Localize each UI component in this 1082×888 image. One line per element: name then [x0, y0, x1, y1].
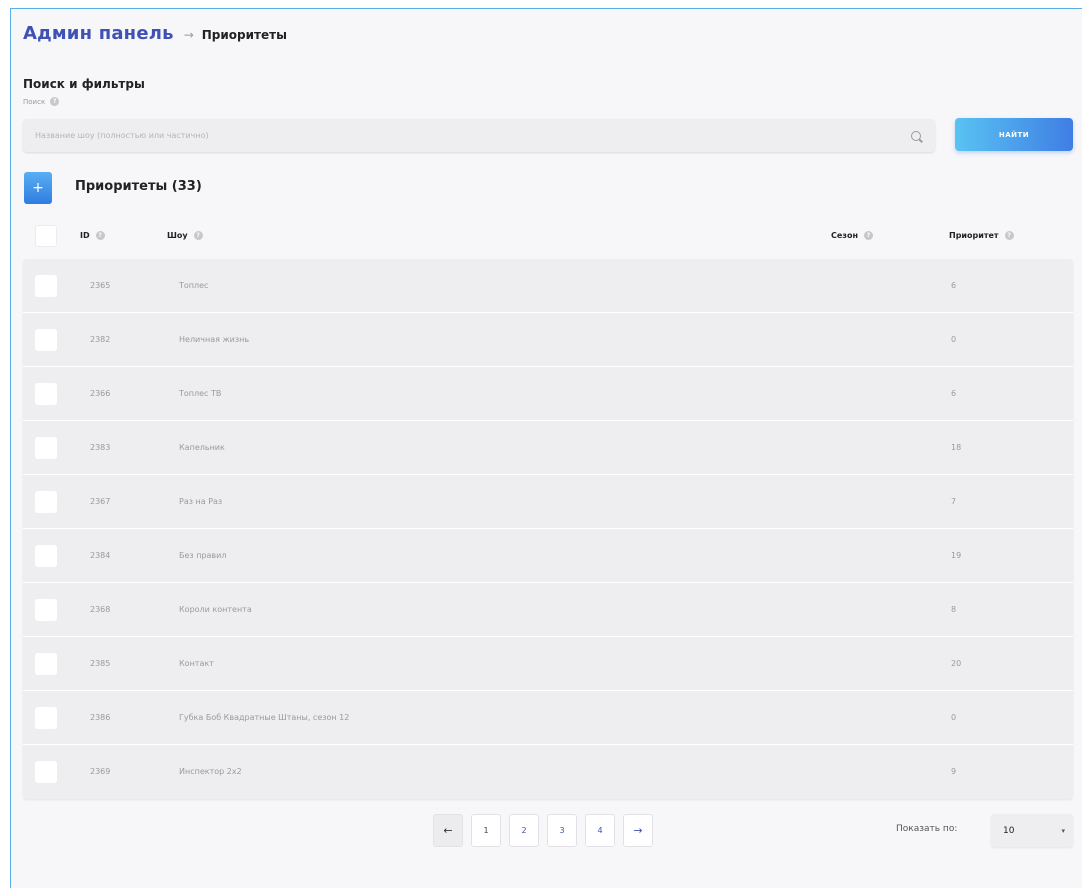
cell-id: 2367 [90, 497, 111, 506]
page-size-label: Показать по: [896, 824, 958, 834]
cell-id: 2366 [90, 389, 111, 398]
row-checkbox[interactable] [35, 653, 57, 675]
column-header-season[interactable]: Сезон ? [831, 231, 873, 240]
help-circle-icon[interactable]: ? [95, 231, 105, 240]
column-header-priority[interactable]: Приоритет ? [949, 231, 1014, 240]
cell-id: 2369 [90, 767, 111, 776]
help-circle-icon[interactable]: ? [1004, 231, 1014, 240]
table-row[interactable]: 2383 Капельник 18 [23, 421, 1073, 475]
help-circle-icon[interactable]: ? [193, 231, 203, 240]
find-button[interactable]: НАЙТИ [955, 118, 1073, 151]
help-circle-icon[interactable]: ? [863, 231, 873, 240]
table-row[interactable]: 2385 Контакт 20 [23, 637, 1073, 691]
table-row[interactable]: 2368 Короли контента 8 [23, 583, 1073, 637]
cell-show: Инспектор 2х2 [179, 767, 242, 776]
cell-id: 2384 [90, 551, 111, 560]
select-all-checkbox[interactable] [35, 225, 57, 247]
cell-show: Короли контента [179, 605, 252, 614]
cell-show: Без правил [179, 551, 227, 560]
row-checkbox[interactable] [35, 545, 57, 567]
table-row[interactable]: 2367 Раз на Раз 7 [23, 475, 1073, 529]
column-header-id[interactable]: ID ? [80, 231, 105, 240]
cell-id: 2386 [90, 713, 111, 722]
row-checkbox[interactable] [35, 437, 57, 459]
page-button-1[interactable]: 1 [471, 814, 501, 847]
cell-id: 2365 [90, 281, 111, 290]
row-checkbox[interactable] [35, 491, 57, 513]
arrow-left-icon[interactable]: ← [433, 814, 463, 847]
page-size-value: 10 [1003, 825, 1015, 836]
chevron-down-icon: ▾ [1061, 826, 1065, 835]
admin-frame: Админ панель → Приоритеты Поиск и фильтр… [10, 8, 1082, 888]
table-row[interactable]: 2386 Губка Боб Квадратные Штаны, сезон 1… [23, 691, 1073, 745]
cell-id: 2385 [90, 659, 111, 668]
column-header-label: Приоритет [949, 231, 999, 240]
table-row[interactable]: 2382 Неличная жизнь 0 [23, 313, 1073, 367]
cell-priority: 9 [951, 767, 957, 776]
column-header-label: Сезон [831, 231, 858, 240]
search-icon[interactable] [911, 130, 921, 141]
help-circle-icon[interactable]: ? [50, 97, 60, 106]
page-button-3[interactable]: 3 [547, 814, 577, 847]
cell-priority: 0 [951, 713, 957, 722]
page-header: Админ панель → Приоритеты [23, 23, 287, 44]
cell-show: Губка Боб Квадратные Штаны, сезон 12 [179, 713, 350, 722]
page-button-2[interactable]: 2 [509, 814, 539, 847]
column-header-label: Шоу [167, 231, 188, 240]
cell-show: Капельник [179, 443, 225, 452]
cell-id: 2383 [90, 443, 111, 452]
search-input[interactable] [35, 131, 911, 140]
cell-priority: 20 [951, 659, 962, 668]
row-checkbox[interactable] [35, 707, 57, 729]
cell-id: 2382 [90, 335, 111, 344]
priorities-table: 2365 Топлес 6 2382 Неличная жизнь 0 2366… [23, 259, 1073, 799]
row-checkbox[interactable] [35, 599, 57, 621]
table-row[interactable]: 2384 Без правил 19 [23, 529, 1073, 583]
arrow-right-icon[interactable]: → [623, 814, 653, 847]
search-box [23, 119, 935, 152]
cell-priority: 8 [951, 605, 957, 614]
cell-id: 2368 [90, 605, 111, 614]
row-checkbox[interactable] [35, 383, 57, 405]
cell-priority: 6 [951, 389, 957, 398]
search-label-row: Поиск ? [23, 97, 60, 106]
cell-show: Контакт [179, 659, 214, 668]
brand-title[interactable]: Админ панель [23, 23, 174, 44]
cell-show: Неличная жизнь [179, 335, 250, 344]
column-header-show[interactable]: Шоу ? [167, 231, 203, 240]
cell-priority: 19 [951, 551, 962, 560]
pagination: ← 1 2 3 4 → [433, 814, 653, 847]
cell-priority: 7 [951, 497, 957, 506]
cell-priority: 6 [951, 281, 957, 290]
column-header-label: ID [80, 231, 90, 240]
section-title: Приоритеты (33) [75, 179, 202, 194]
cell-show: Топлес [179, 281, 209, 290]
breadcrumb-current: Приоритеты [201, 28, 287, 42]
table-row[interactable]: 2369 Инспектор 2х2 9 [23, 745, 1073, 799]
row-checkbox[interactable] [35, 329, 57, 351]
page-size-select[interactable]: 10 ▾ [991, 814, 1073, 847]
row-checkbox[interactable] [35, 761, 57, 783]
cell-priority: 0 [951, 335, 957, 344]
breadcrumb-separator: → [183, 28, 194, 42]
cell-show: Топлес ТВ [179, 389, 222, 398]
add-priority-button[interactable]: + [24, 172, 52, 204]
row-checkbox[interactable] [35, 275, 57, 297]
table-row[interactable]: 2366 Топлес ТВ 6 [23, 367, 1073, 421]
cell-show: Раз на Раз [179, 497, 223, 506]
table-row[interactable]: 2365 Топлес 6 [23, 259, 1073, 313]
filters-title: Поиск и фильтры [23, 77, 145, 91]
page-button-4[interactable]: 4 [585, 814, 615, 847]
cell-priority: 18 [951, 443, 962, 452]
search-label: Поиск [23, 97, 46, 106]
